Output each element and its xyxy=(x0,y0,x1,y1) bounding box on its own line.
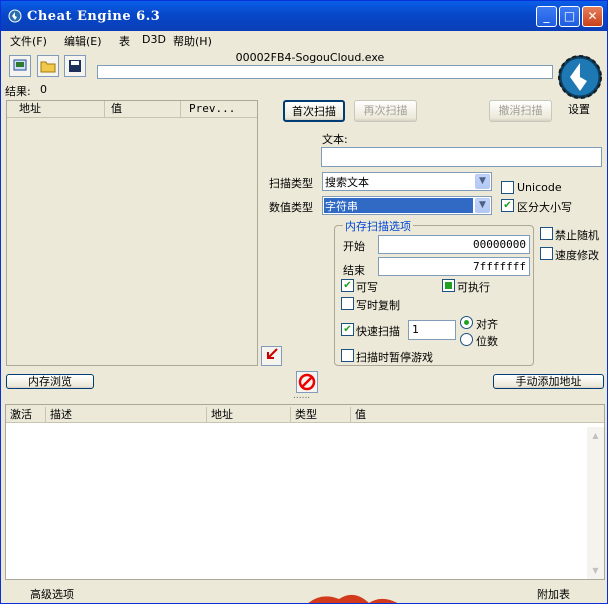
clear-list-button[interactable] xyxy=(296,371,318,393)
arrow-down-left-icon xyxy=(266,348,278,359)
col-previous[interactable]: Prev... xyxy=(181,101,258,117)
col-value[interactable]: 值 xyxy=(105,101,181,117)
col-description[interactable]: 描述 xyxy=(46,407,207,423)
scan-type-select[interactable]: 搜索文本 ▼ xyxy=(322,172,492,191)
fast-scan-input[interactable]: 1 xyxy=(408,320,456,340)
col-type[interactable]: 类型 xyxy=(291,407,351,423)
fast-scan-label: 快速扫描 xyxy=(356,325,400,338)
stop-address-input[interactable]: 7fffffff xyxy=(378,257,530,276)
executable-checkbox[interactable] xyxy=(442,279,455,292)
start-address-input[interactable]: 00000000 xyxy=(378,235,530,254)
writable-label: 可写 xyxy=(356,281,378,294)
executable-label: 可执行 xyxy=(457,281,490,294)
memory-options-title: 内存扫描选项 xyxy=(343,218,413,234)
menu-bar: 文件(F) 编辑(E) 表 D3D 帮助(H) xyxy=(1,31,607,49)
writable-checkbox[interactable]: ✔ xyxy=(341,279,354,292)
minimize-button[interactable]: _ xyxy=(536,6,557,27)
start-label: 开始 xyxy=(343,240,365,253)
chevron-down-icon[interactable]: ▼ xyxy=(475,174,490,189)
case-sensitive-label: 区分大小写 xyxy=(517,201,572,214)
maximize-button[interactable]: □ xyxy=(559,6,580,27)
memory-scan-options: 内存扫描选项 开始 00000000 结束 7fffffff ✔ 可写 可执行 … xyxy=(334,218,534,366)
decorative-graphic xyxy=(308,594,398,603)
scan-progress-bar xyxy=(97,65,553,79)
title-bar[interactable]: Cheat Engine 6.3 _ □ ✕ xyxy=(1,1,607,31)
last-digits-label: 位数 xyxy=(476,335,498,348)
value-type-value: 字符串 xyxy=(324,198,473,213)
add-to-list-button[interactable] xyxy=(261,346,282,366)
pause-game-label: 扫描时暂停游戏 xyxy=(356,351,433,364)
col-address[interactable]: 地址 xyxy=(7,101,105,117)
speed-hack-checkbox[interactable] xyxy=(540,247,553,260)
last-digits-radio[interactable] xyxy=(460,333,473,346)
close-button[interactable]: ✕ xyxy=(582,6,603,27)
disable-random-label: 禁止随机 xyxy=(555,229,599,242)
advanced-options-link[interactable]: 高级选项 xyxy=(30,586,74,602)
cheat-engine-icon xyxy=(8,9,22,23)
align-label: 对齐 xyxy=(476,318,498,331)
settings-label[interactable]: 设置 xyxy=(568,101,590,117)
menu-d3d[interactable]: D3D xyxy=(142,33,166,46)
process-name: 00002FB4-SogouCloud.exe xyxy=(235,51,385,64)
pause-game-checkbox[interactable] xyxy=(341,349,354,362)
table-extras-link[interactable]: 附加表 xyxy=(537,586,570,602)
col-table-address[interactable]: 地址 xyxy=(207,407,291,423)
menu-help[interactable]: 帮助(H) xyxy=(173,33,212,49)
first-scan-button[interactable]: 首次扫描 xyxy=(283,100,345,122)
cheat-engine-logo-icon xyxy=(558,55,602,99)
fast-scan-checkbox[interactable]: ✔ xyxy=(341,323,354,336)
align-radio[interactable] xyxy=(460,316,473,329)
text-label: 文本: xyxy=(322,133,348,146)
copy-on-write-checkbox[interactable] xyxy=(341,297,354,310)
next-scan-button[interactable]: 再次扫描 xyxy=(354,100,417,122)
menu-edit[interactable]: 编辑(E) xyxy=(64,33,102,49)
menu-file[interactable]: 文件(F) xyxy=(10,33,47,49)
speed-hack-label: 速度修改 xyxy=(555,249,599,262)
scan-type-label: 扫描类型 xyxy=(269,177,313,190)
chevron-down-icon[interactable]: ▼ xyxy=(475,198,490,213)
copy-on-write-label: 写时复制 xyxy=(356,299,400,312)
no-entry-icon xyxy=(298,373,316,391)
col-table-value[interactable]: 值 xyxy=(351,407,451,423)
col-active[interactable]: 激活 xyxy=(6,407,46,423)
scroll-up-icon[interactable]: ▲ xyxy=(587,427,604,444)
settings-logo[interactable]: 设置 xyxy=(556,53,604,116)
unicode-label: Unicode xyxy=(517,181,562,194)
menu-table[interactable]: 表 xyxy=(119,33,130,49)
value-type-select[interactable]: 字符串 ▼ xyxy=(322,196,492,215)
add-address-manually-button[interactable]: 手动添加地址 xyxy=(493,374,604,389)
stop-label: 结束 xyxy=(343,264,365,277)
results-label: 结果: xyxy=(5,85,31,98)
undo-scan-button[interactable]: 撤消扫描 xyxy=(489,100,552,122)
main-window: Cheat Engine 6.3 _ □ ✕ 文件(F) 编辑(E) 表 D3D… xyxy=(0,0,608,604)
scroll-down-icon[interactable]: ▼ xyxy=(587,562,604,579)
value-type-label: 数值类型 xyxy=(269,201,313,214)
table-scrollbar[interactable]: ▲ ▼ xyxy=(587,427,604,579)
results-count: 0 xyxy=(40,83,47,96)
scan-value-input[interactable] xyxy=(321,147,602,167)
address-table[interactable]: 激活 描述 地址 类型 值 ▲ ▼ xyxy=(5,404,605,580)
window-title: Cheat Engine 6.3 xyxy=(27,9,161,24)
unicode-checkbox[interactable] xyxy=(501,181,514,194)
results-list[interactable]: 地址 值 Prev... xyxy=(6,100,258,366)
case-sensitive-checkbox[interactable]: ✔ xyxy=(501,199,514,212)
splitter-handle[interactable]: ...... xyxy=(293,391,310,401)
scan-type-value: 搜索文本 xyxy=(325,176,369,189)
disable-random-checkbox[interactable] xyxy=(540,227,553,240)
memory-view-button[interactable]: 内存浏览 xyxy=(6,374,94,389)
